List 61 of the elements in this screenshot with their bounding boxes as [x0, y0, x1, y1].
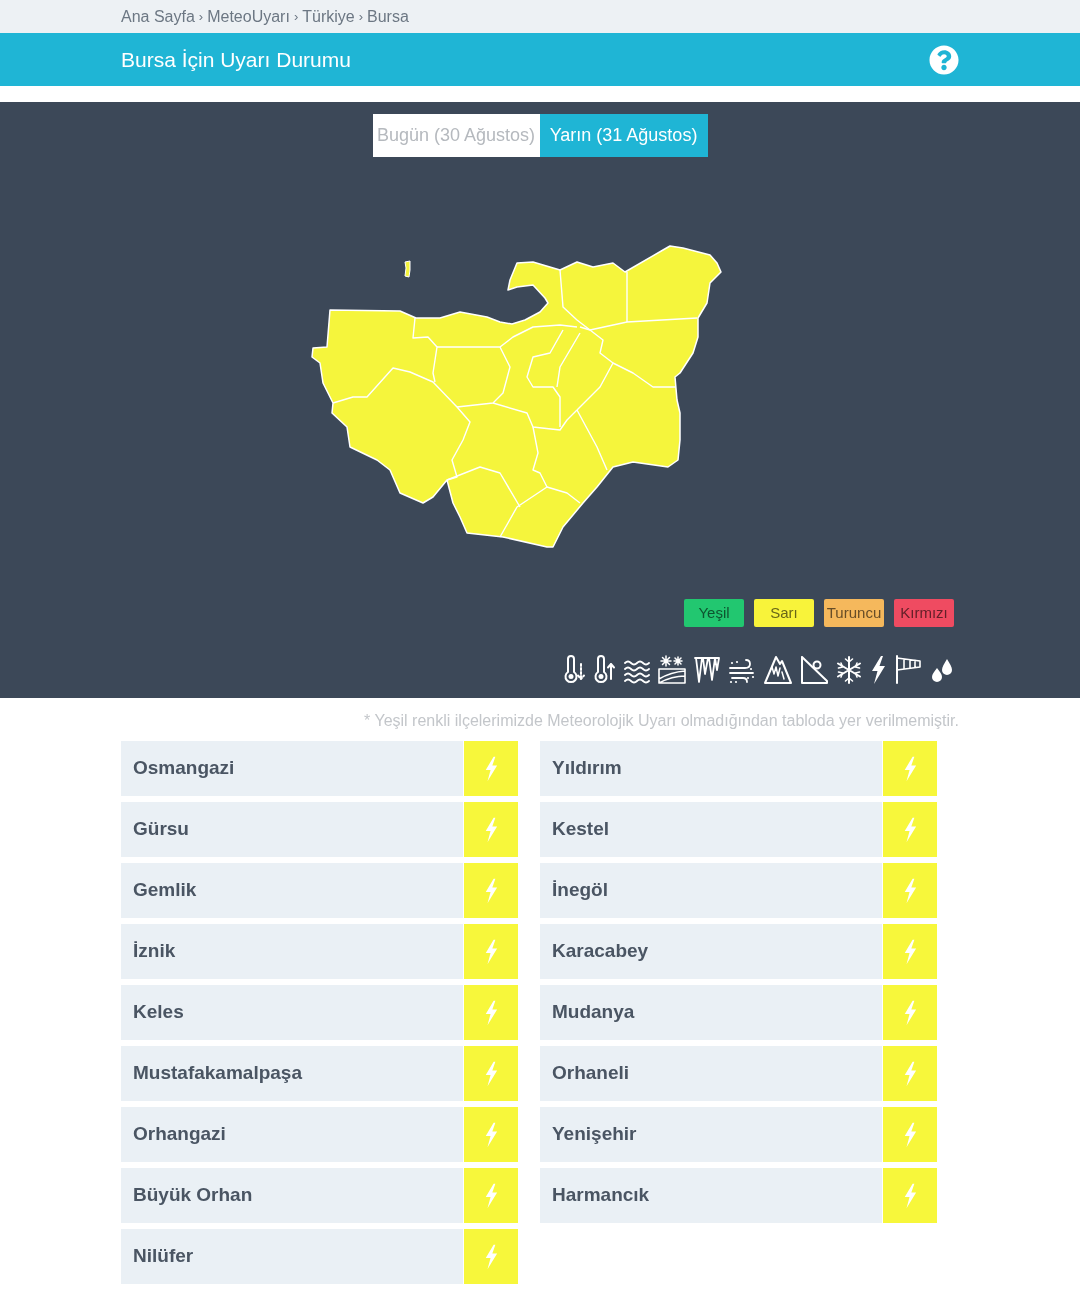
- district-name-cell: Büyük Orhan: [121, 1168, 463, 1223]
- legend-item: Turuncu: [824, 599, 884, 627]
- lightning-icon: [484, 1243, 498, 1270]
- page-title: Bursa İçin Uyarı Durumu: [121, 46, 351, 73]
- lightning-icon: [484, 1060, 498, 1087]
- lightning-icon: [870, 656, 886, 684]
- lightning-icon: [903, 816, 917, 843]
- lightning-icon: [903, 1060, 917, 1087]
- date-tab[interactable]: Yarın (31 Ağustos): [539, 114, 708, 157]
- district-name-cell: Nilüfer: [121, 1229, 463, 1284]
- note-text: * Yeşil renkli ilçelerimizde Meteorolojik Uyarı olmadığından tabloda yer verilmemiştir.: [364, 711, 959, 731]
- district-name-cell: Orhangazi: [121, 1107, 463, 1162]
- district-name-cell: Kestel: [540, 802, 882, 857]
- breadcrumb-link[interactable]: Türkiye: [302, 4, 355, 29]
- breadcrumb-link[interactable]: Bursa: [367, 4, 409, 29]
- lightning-icon: [484, 877, 498, 904]
- legend-item: Sarı: [754, 599, 814, 627]
- lightning-icon: [903, 755, 917, 782]
- breadcrumb-separator: ›: [198, 7, 204, 26]
- lightning-icon: [903, 999, 917, 1026]
- district-name-cell: Osmangazi: [121, 741, 463, 796]
- district-name-cell: Mustafakamalpaşa: [121, 1046, 463, 1101]
- breadcrumb-link[interactable]: MeteoUyarı: [207, 4, 290, 29]
- district-name-cell: İznik: [121, 924, 463, 979]
- lightning-icon: [903, 877, 917, 904]
- legend-item: Kırmızı: [894, 599, 954, 627]
- district-name-cell: Yenişehir: [540, 1107, 882, 1162]
- district-name-cell: Yıldırım: [540, 741, 882, 796]
- breadcrumb-link[interactable]: Ana Sayfa: [121, 4, 195, 29]
- district-name-cell: Keles: [121, 985, 463, 1040]
- raindrops-icon: [930, 658, 952, 684]
- lightning-icon: [484, 816, 498, 843]
- lightning-icon: [484, 1182, 498, 1209]
- district-name-cell: Karacabey: [540, 924, 882, 979]
- snowy-field-icon: [658, 654, 686, 684]
- district-name-cell: Gemlik: [121, 863, 463, 918]
- lightning-icon: [903, 938, 917, 965]
- thermometer-up-icon: [594, 654, 616, 684]
- lightning-icon: [484, 938, 498, 965]
- wind-icon: [728, 658, 756, 684]
- breadcrumb-separator: ›: [358, 7, 363, 26]
- district-name-cell: Mudanya: [540, 985, 882, 1040]
- windsock-icon: [894, 654, 922, 684]
- district-name-cell: Harmancık: [540, 1168, 882, 1223]
- district-name-cell: Orhaneli: [540, 1046, 882, 1101]
- district-name-cell: İnegöl: [540, 863, 882, 918]
- lightning-icon: [484, 1121, 498, 1148]
- lightning-icon: [484, 999, 498, 1026]
- help-icon[interactable]: [929, 44, 959, 75]
- waves-icon: [624, 660, 650, 684]
- lightning-icon: [903, 1121, 917, 1148]
- landslide-icon: [800, 654, 828, 684]
- legend-item: Yeşil: [684, 599, 744, 627]
- breadcrumb-separator: ›: [293, 7, 299, 26]
- district-name-cell: Gürsu: [121, 802, 463, 857]
- mountain-icon: [764, 654, 792, 684]
- icicles-icon: [694, 656, 720, 684]
- lightning-icon: [484, 755, 498, 782]
- snowflake-icon: [836, 656, 862, 684]
- lightning-icon: [903, 1182, 917, 1209]
- thermometer-down-icon: [564, 654, 586, 684]
